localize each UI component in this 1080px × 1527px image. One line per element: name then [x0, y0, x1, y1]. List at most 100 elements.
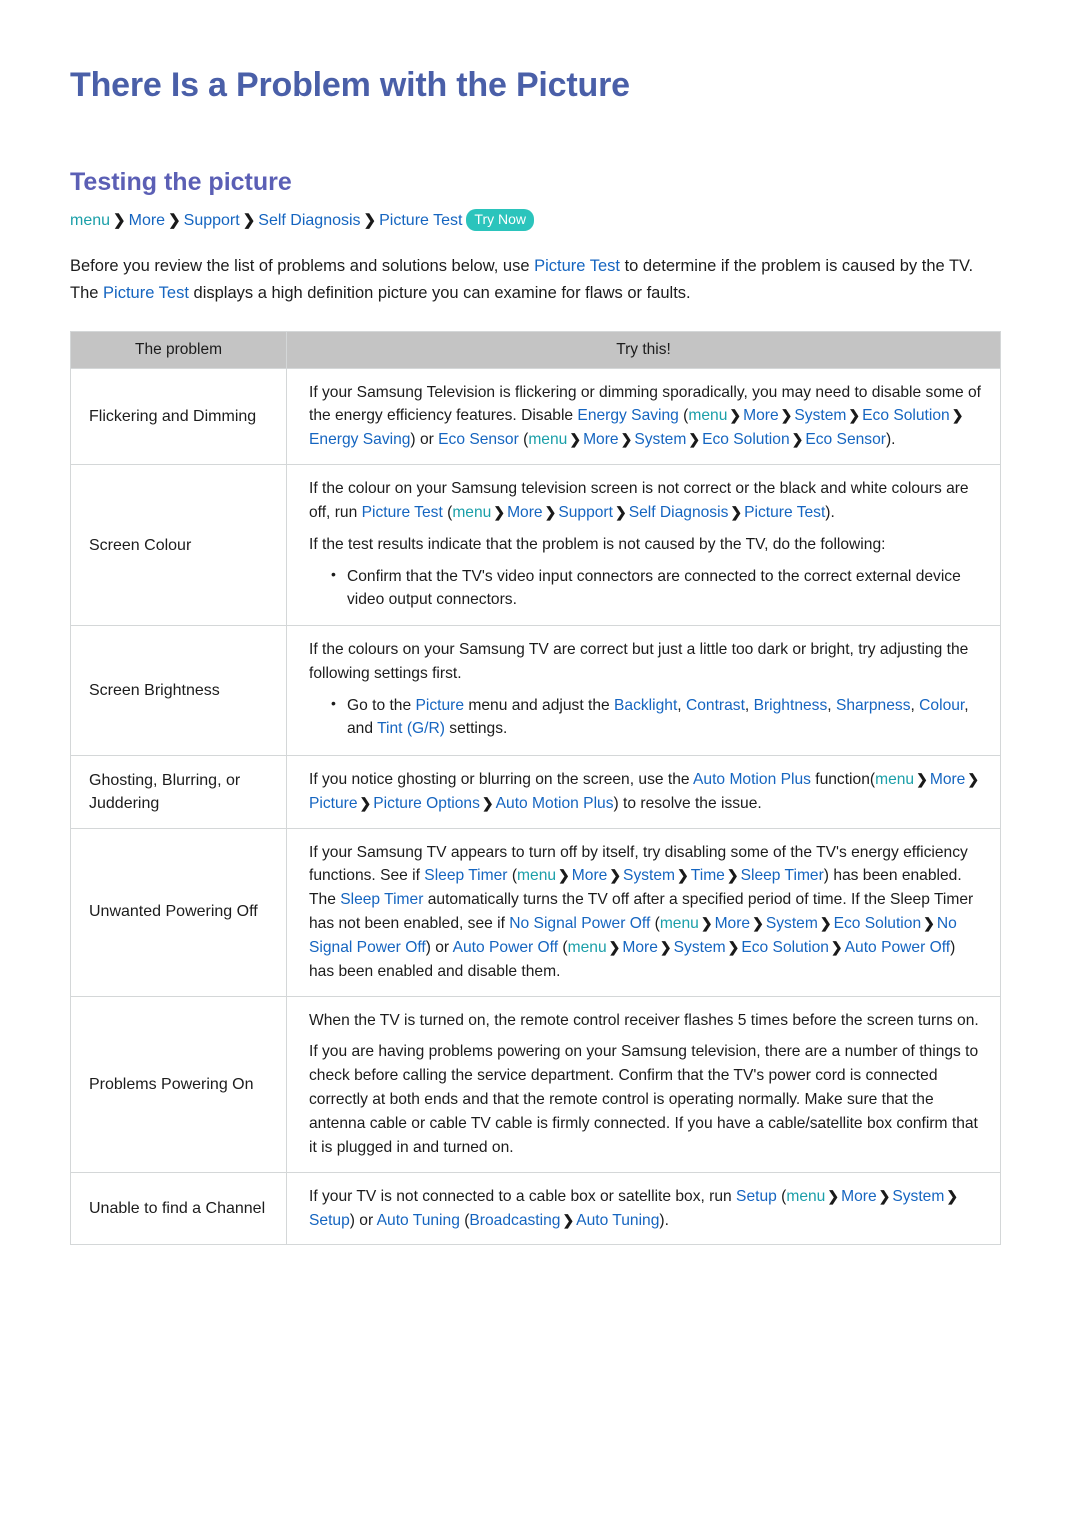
text: menu and adjust the [464, 697, 615, 715]
solution-cell: When the TV is turned on, the remote con… [286, 995, 1001, 1173]
link-eco-solution[interactable]: Eco Solution [741, 939, 829, 956]
solution-paragraph: If your TV is not connected to a cable b… [309, 1185, 984, 1233]
link-broadcasting[interactable]: Broadcasting [469, 1212, 560, 1229]
link-menu[interactable]: menu [786, 1188, 825, 1205]
chevron-right-icon: ❯ [363, 212, 377, 230]
chevron-right-icon: ❯ [729, 407, 742, 424]
problem-label: Unable to find a Channel [70, 1171, 287, 1246]
link-more[interactable]: More [715, 915, 751, 932]
link-menu[interactable]: menu [875, 771, 914, 788]
text: ). [659, 1211, 669, 1229]
column-header-problem: The problem [70, 330, 287, 369]
chevron-right-icon: ❯ [727, 938, 740, 955]
chevron-right-icon: ❯ [830, 938, 843, 955]
text: ) to resolve the issue. [613, 794, 762, 812]
link-eco-solution[interactable]: Eco Solution [834, 915, 922, 932]
link-colour[interactable]: Colour [919, 697, 964, 714]
intro-link-picture-test-2[interactable]: Picture Test [103, 284, 189, 302]
link-energy-saving-2[interactable]: Energy Saving [309, 431, 410, 448]
link-energy-saving[interactable]: Energy Saving [577, 407, 678, 424]
link-contrast[interactable]: Contrast [686, 697, 745, 714]
table-row: Flickering and Dimming If your Samsung T… [70, 367, 1001, 466]
chevron-right-icon: ❯ [614, 503, 627, 520]
table-row: Problems Powering On When the TV is turn… [70, 995, 1001, 1173]
link-auto-tuning-2[interactable]: Auto Tuning [576, 1212, 659, 1229]
link-menu[interactable]: menu [660, 915, 699, 932]
link-menu[interactable]: menu [528, 431, 567, 448]
link-backlight[interactable]: Backlight [614, 697, 677, 714]
link-more[interactable]: More [583, 431, 619, 448]
link-auto-tuning[interactable]: Auto Tuning [377, 1212, 460, 1229]
try-now-badge[interactable]: Try Now [466, 209, 535, 231]
link-system[interactable]: System [766, 915, 818, 932]
chevron-right-icon: ❯ [916, 770, 928, 787]
link-eco-solution[interactable]: Eco Solution [702, 431, 790, 448]
table-header-row: The problem Try this! [70, 330, 1001, 369]
link-eco-solution[interactable]: Eco Solution [862, 407, 950, 424]
text: ( [558, 938, 568, 956]
link-brightness[interactable]: Brightness [754, 697, 828, 714]
link-system[interactable]: System [634, 431, 686, 448]
link-more[interactable]: More [841, 1188, 877, 1205]
text: , [744, 697, 754, 715]
chevron-right-icon: ❯ [752, 915, 764, 932]
chevron-right-icon: ❯ [608, 938, 621, 955]
link-sleep-timer-2[interactable]: Sleep Timer [741, 867, 824, 884]
link-system[interactable]: System [674, 939, 726, 956]
link-auto-motion-plus[interactable]: Auto Motion Plus [693, 771, 811, 788]
link-more[interactable]: More [743, 407, 779, 424]
link-menu[interactable]: menu [568, 939, 607, 956]
link-tint-gr[interactable]: Tint (G/R) [377, 720, 445, 737]
solution-cell: If your Samsung Television is flickering… [286, 367, 1001, 466]
chevron-right-icon: ❯ [659, 938, 672, 955]
link-eco-sensor[interactable]: Eco Sensor [438, 431, 519, 448]
link-setup[interactable]: Setup [736, 1188, 777, 1205]
intro-link-picture-test-1[interactable]: Picture Test [534, 257, 620, 275]
link-picture-test[interactable]: Picture Test [362, 504, 443, 521]
text: ( [442, 503, 453, 521]
link-more[interactable]: More [622, 939, 658, 956]
link-auto-motion-plus-2[interactable]: Auto Motion Plus [496, 795, 614, 812]
link-system[interactable]: System [623, 867, 675, 884]
text: , [827, 697, 836, 715]
chevron-right-icon: ❯ [780, 407, 793, 424]
link-picture-test-2[interactable]: Picture Test [744, 504, 825, 521]
solution-cell: If you notice ghosting or blurring on th… [286, 754, 1001, 829]
link-time[interactable]: Time [691, 867, 725, 884]
problem-label: Unwanted Powering Off [70, 827, 287, 997]
link-picture-options[interactable]: Picture Options [373, 795, 480, 812]
table-row: Unable to find a Channel If your TV is n… [70, 1171, 1001, 1246]
link-auto-power-off[interactable]: Auto Power Off [453, 939, 558, 956]
link-menu[interactable]: menu [452, 504, 491, 521]
link-picture[interactable]: Picture [415, 697, 464, 714]
link-support[interactable]: Support [558, 504, 613, 521]
breadcrumb-item-picture-test[interactable]: Picture Test [379, 212, 462, 229]
chevron-right-icon: ❯ [923, 915, 935, 932]
link-no-signal-power-off[interactable]: No Signal Power Off [509, 915, 650, 932]
link-system[interactable]: System [794, 407, 846, 424]
chevron-right-icon: ❯ [609, 867, 622, 884]
link-self-diagnosis[interactable]: Self Diagnosis [629, 504, 729, 521]
solution-paragraph: If you notice ghosting or blurring on th… [309, 768, 984, 816]
link-eco-sensor-2[interactable]: Eco Sensor [805, 431, 886, 448]
link-menu[interactable]: menu [517, 867, 556, 884]
breadcrumb-item-menu[interactable]: menu [70, 212, 110, 229]
link-menu[interactable]: menu [688, 407, 727, 424]
solution-cell: If the colour on your Samsung television… [286, 464, 1001, 627]
link-sleep-timer-3[interactable]: Sleep Timer [340, 891, 423, 908]
link-more[interactable]: More [572, 867, 608, 884]
link-more[interactable]: More [930, 771, 966, 788]
intro-text-3: displays a high definition picture you c… [188, 283, 691, 302]
link-setup-2[interactable]: Setup [309, 1212, 350, 1229]
breadcrumb-item-self-diagnosis[interactable]: Self Diagnosis [258, 212, 360, 229]
breadcrumb-item-support[interactable]: Support [184, 212, 240, 229]
chevron-right-icon: ❯ [168, 212, 181, 230]
link-picture[interactable]: Picture [309, 795, 358, 812]
link-sleep-timer[interactable]: Sleep Timer [424, 867, 507, 884]
link-more[interactable]: More [507, 504, 543, 521]
link-system[interactable]: System [892, 1188, 944, 1205]
breadcrumb-item-more[interactable]: More [129, 212, 165, 229]
link-sharpness[interactable]: Sharpness [836, 697, 911, 714]
problem-label: Flickering and Dimming [70, 367, 287, 466]
link-auto-power-off-2[interactable]: Auto Power Off [845, 939, 950, 956]
